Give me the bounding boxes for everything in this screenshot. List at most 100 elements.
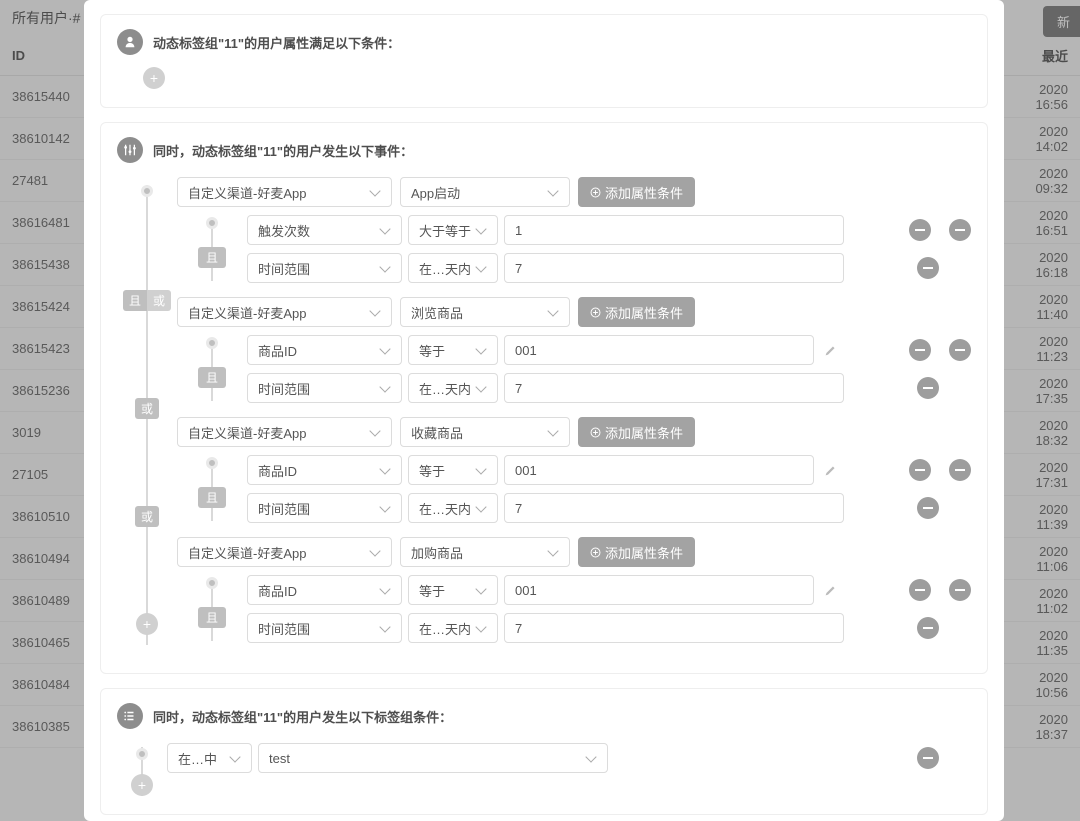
- tag-mode-select[interactable]: 在…中: [167, 743, 252, 773]
- event-select[interactable]: 加购商品: [400, 537, 570, 567]
- sub-rail: 且: [177, 333, 247, 409]
- sub-rail-node: [206, 337, 218, 349]
- operator-select[interactable]: 等于: [408, 455, 498, 485]
- condition-row: 触发次数大于等于: [247, 213, 971, 247]
- rail-connector-or[interactable]: 或: [135, 398, 159, 419]
- condition-row: 时间范围在…天内: [247, 251, 971, 285]
- event-group: 自定义渠道-好麦App加购商品添加属性条件且商品ID等于时间范围在…天内: [177, 535, 971, 649]
- remove-condition[interactable]: [909, 339, 931, 361]
- event-row: 自定义渠道-好麦App 收藏商品添加属性条件: [177, 415, 971, 449]
- add-attribute-condition[interactable]: [143, 67, 165, 89]
- event-row: 自定义渠道-好麦App 浏览商品添加属性条件: [177, 295, 971, 329]
- attribute-select[interactable]: 时间范围: [247, 373, 402, 403]
- sub-rail-and[interactable]: 且: [198, 367, 226, 388]
- operator-select[interactable]: 在…天内: [408, 373, 498, 403]
- channel-select[interactable]: 自定义渠道-好麦App: [177, 417, 392, 447]
- sliders-icon: [117, 137, 143, 163]
- tag-rail: [117, 741, 167, 796]
- remove-condition[interactable]: [909, 579, 931, 601]
- event-group: 自定义渠道-好麦AppApp启动添加属性条件且触发次数大于等于时间范围在…天内: [177, 175, 971, 289]
- remove-condition[interactable]: [917, 497, 939, 519]
- add-tag-condition[interactable]: [131, 774, 153, 796]
- remove-event[interactable]: [949, 339, 971, 361]
- sub-rail-node: [206, 217, 218, 229]
- attribute-select[interactable]: 时间范围: [247, 613, 402, 643]
- operator-select[interactable]: 在…天内: [408, 493, 498, 523]
- value-input[interactable]: [504, 215, 844, 245]
- value-input[interactable]: [504, 575, 814, 605]
- value-input[interactable]: [504, 493, 844, 523]
- sub-rail: 且: [177, 573, 247, 649]
- condition-row: 商品ID等于: [247, 573, 971, 607]
- event-select[interactable]: App启动: [400, 177, 570, 207]
- operator-select[interactable]: 在…天内: [408, 613, 498, 643]
- value-input[interactable]: [504, 613, 844, 643]
- channel-select[interactable]: 自定义渠道-好麦App: [177, 177, 392, 207]
- operator-select[interactable]: 在…天内: [408, 253, 498, 283]
- attribute-select[interactable]: 商品ID: [247, 335, 402, 365]
- attribute-select[interactable]: 时间范围: [247, 493, 402, 523]
- event-row: 自定义渠道-好麦App 加购商品添加属性条件: [177, 535, 971, 569]
- remove-condition[interactable]: [909, 459, 931, 481]
- condition-row: 商品ID等于: [247, 333, 971, 367]
- event-rail: 且或或或: [117, 175, 177, 655]
- add-event-group[interactable]: [136, 613, 158, 635]
- remove-event[interactable]: [949, 219, 971, 241]
- condition-row: 时间范围在…天内: [247, 611, 971, 645]
- sub-rail-and[interactable]: 且: [198, 487, 226, 508]
- add-attribute-button[interactable]: 添加属性条件: [578, 297, 695, 327]
- user-events-panel: 同时，动态标签组"11"的用户发生以下事件： 且或或或 自定义渠道-好麦AppA…: [100, 122, 988, 674]
- attribute-select[interactable]: 触发次数: [247, 215, 402, 245]
- remove-condition[interactable]: [917, 257, 939, 279]
- operator-select[interactable]: 等于: [408, 335, 498, 365]
- tag-name-select[interactable]: test: [258, 743, 608, 773]
- attribute-select[interactable]: 商品ID: [247, 575, 402, 605]
- remove-event[interactable]: [949, 579, 971, 601]
- attribute-select[interactable]: 商品ID: [247, 455, 402, 485]
- rail-node: [141, 185, 153, 197]
- condition-row: 商品ID等于: [247, 453, 971, 487]
- channel-select[interactable]: 自定义渠道-好麦App: [177, 297, 392, 327]
- value-input[interactable]: [504, 253, 844, 283]
- rail-connector-and-or[interactable]: 且或: [123, 290, 171, 311]
- value-input[interactable]: [504, 455, 814, 485]
- panel-title: 同时，动态标签组"11"的用户发生以下事件：: [153, 141, 413, 160]
- edit-icon[interactable]: [820, 464, 840, 477]
- event-group: 自定义渠道-好麦App浏览商品添加属性条件且商品ID等于时间范围在…天内: [177, 295, 971, 409]
- channel-select[interactable]: 自定义渠道-好麦App: [177, 537, 392, 567]
- event-group: 自定义渠道-好麦App收藏商品添加属性条件且商品ID等于时间范围在…天内: [177, 415, 971, 529]
- event-select[interactable]: 收藏商品: [400, 417, 570, 447]
- add-attribute-button[interactable]: 添加属性条件: [578, 537, 695, 567]
- sub-rail-and[interactable]: 且: [198, 247, 226, 268]
- value-input[interactable]: [504, 335, 814, 365]
- edit-icon[interactable]: [820, 344, 840, 357]
- operator-select[interactable]: 等于: [408, 575, 498, 605]
- condition-row: 时间范围在…天内: [247, 491, 971, 525]
- panel-title: 动态标签组"11"的用户属性满足以下条件：: [153, 33, 400, 52]
- edit-icon[interactable]: [820, 584, 840, 597]
- rail-node: [136, 748, 148, 760]
- tag-condition-row: 在…中 test: [167, 741, 971, 775]
- sub-rail-node: [206, 457, 218, 469]
- tag-group-condition-panel: 同时，动态标签组"11"的用户发生以下标签组条件： 在…中 test: [100, 688, 988, 815]
- remove-condition[interactable]: [917, 617, 939, 639]
- user-attribute-panel: 动态标签组"11"的用户属性满足以下条件：: [100, 14, 988, 108]
- sub-rail: 且: [177, 453, 247, 529]
- user-icon: [117, 29, 143, 55]
- value-input[interactable]: [504, 373, 844, 403]
- remove-condition[interactable]: [917, 377, 939, 399]
- event-row: 自定义渠道-好麦App App启动添加属性条件: [177, 175, 971, 209]
- remove-tag-condition[interactable]: [917, 747, 939, 769]
- add-attribute-button[interactable]: 添加属性条件: [578, 177, 695, 207]
- rail-connector-or[interactable]: 或: [135, 506, 159, 527]
- attribute-select[interactable]: 时间范围: [247, 253, 402, 283]
- event-select[interactable]: 浏览商品: [400, 297, 570, 327]
- remove-condition[interactable]: [909, 219, 931, 241]
- sub-rail-and[interactable]: 且: [198, 607, 226, 628]
- condition-row: 时间范围在…天内: [247, 371, 971, 405]
- sub-rail-node: [206, 577, 218, 589]
- list-icon: [117, 703, 143, 729]
- operator-select[interactable]: 大于等于: [408, 215, 498, 245]
- add-attribute-button[interactable]: 添加属性条件: [578, 417, 695, 447]
- remove-event[interactable]: [949, 459, 971, 481]
